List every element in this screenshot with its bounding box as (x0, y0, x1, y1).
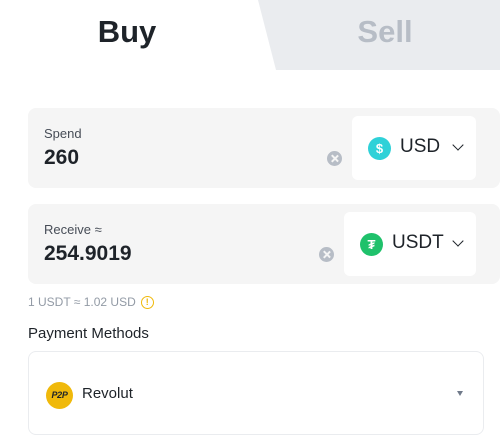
clear-icon[interactable] (327, 151, 342, 166)
trade-tabs: Buy Sell (0, 0, 500, 70)
exchange-rate-text: 1 USDT ≈ 1.02 USD (28, 295, 136, 309)
exchange-rate: 1 USDT ≈ 1.02 USD ! (28, 295, 154, 309)
chevron-down-icon (452, 139, 464, 151)
spend-field: Spend $ USD (28, 108, 500, 188)
p2p-icon: P2P (46, 382, 73, 409)
chevron-down-icon (452, 235, 464, 247)
tab-buy[interactable]: Buy (0, 12, 254, 52)
spend-currency-select[interactable]: $ USD (352, 116, 476, 180)
receive-currency-select[interactable]: ₮ USDT (344, 212, 476, 276)
payment-method-select[interactable]: P2P Revolut (28, 351, 484, 435)
receive-amount-input[interactable] (44, 242, 304, 266)
receive-field: Receive ≈ ₮ USDT (28, 204, 500, 284)
spend-amount-input[interactable] (44, 146, 304, 170)
tab-sell[interactable]: Sell (270, 12, 500, 52)
spend-currency-label: USD (400, 136, 441, 157)
spend-label: Spend (44, 126, 82, 141)
receive-label: Receive ≈ (44, 222, 102, 237)
payment-methods-label: Payment Methods (28, 325, 149, 342)
receive-currency-label: USDT (392, 232, 444, 253)
caret-down-icon (457, 391, 463, 396)
tether-coin-icon: ₮ (360, 233, 383, 256)
dollar-coin-icon: $ (368, 137, 391, 160)
info-icon[interactable]: ! (140, 295, 154, 309)
payment-method-name: Revolut (82, 385, 133, 402)
clear-icon[interactable] (319, 247, 334, 262)
